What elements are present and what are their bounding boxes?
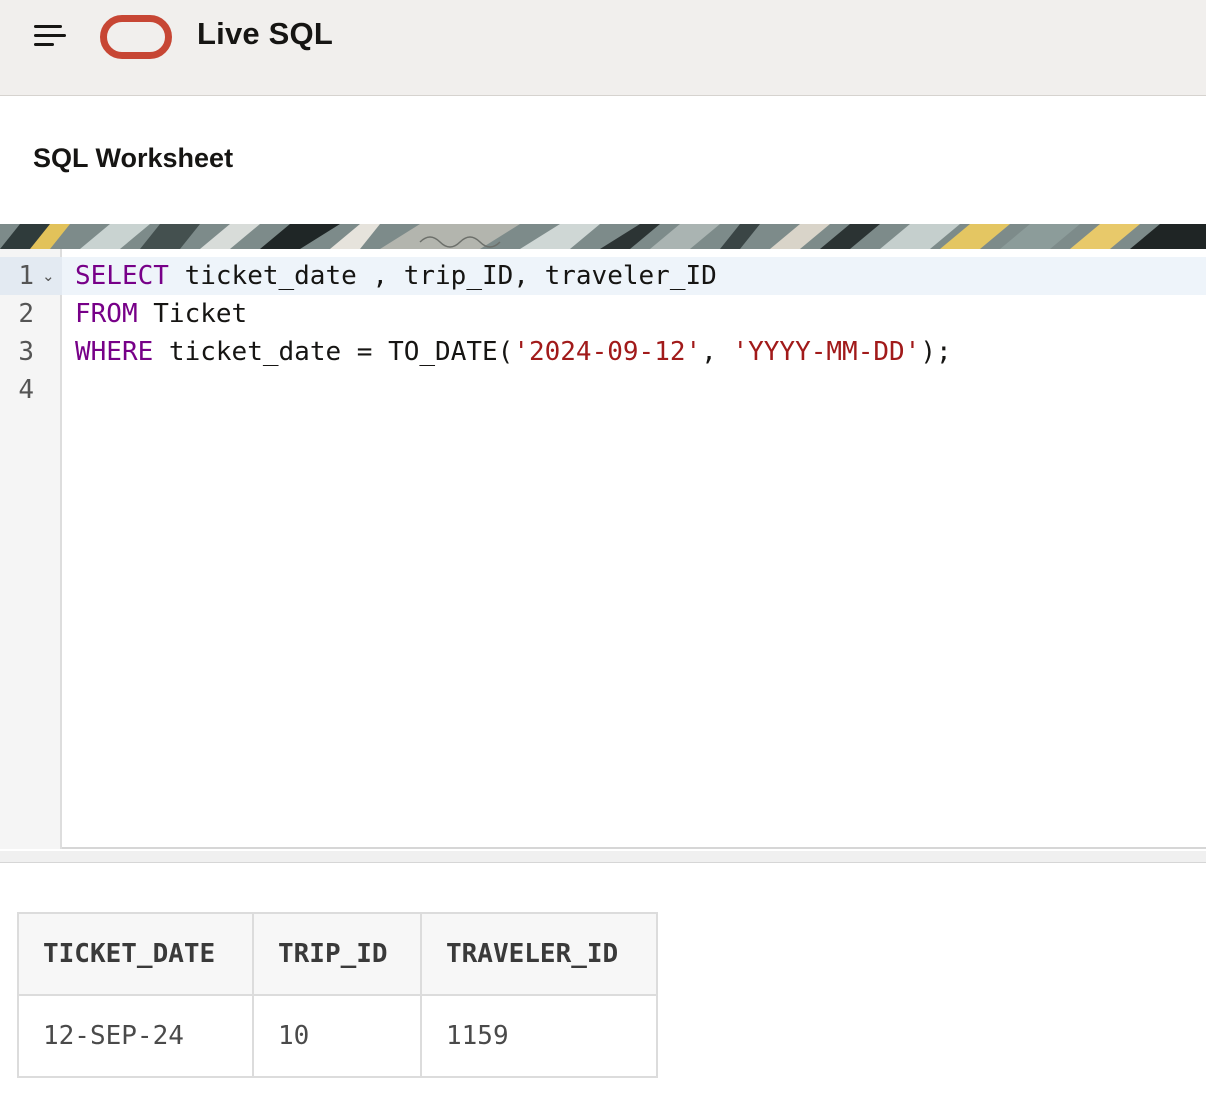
table-cell: 12-SEP-24 (17, 994, 254, 1078)
table-row: 12-SEP-24 10 1159 (17, 994, 658, 1078)
panel-resize-handle[interactable] (0, 851, 1206, 863)
line-number: 3 (18, 337, 34, 367)
sql-keyword: WHERE (75, 337, 154, 367)
code-text: ); (920, 337, 952, 367)
code-line-1[interactable]: SELECT ticket_date , trip_ID, traveler_I… (75, 257, 717, 295)
table-header-row: TICKET_DATE TRIP_ID TRAVELER_ID (17, 912, 658, 996)
oracle-logo-icon[interactable] (100, 15, 172, 59)
results-table: TICKET_DATE TRIP_ID TRAVELER_ID 12-SEP-2… (17, 912, 658, 1078)
sql-keyword: FROM (75, 299, 138, 329)
string-literal: 'YYYY-MM-DD' (732, 337, 921, 367)
fold-chevron-icon[interactable]: ⌄ (42, 267, 55, 285)
code-line-3[interactable]: WHERE ticket_date = TO_DATE('2024-09-12'… (75, 333, 952, 371)
string-literal: '2024-09-12' (513, 337, 702, 367)
table-cell: 10 (252, 994, 422, 1078)
line-number: 4 (18, 375, 34, 405)
code-text: ticket_date , trip_ID, traveler_ID (168, 261, 717, 291)
line-number: 1 (18, 261, 34, 291)
code-text: Ticket (137, 299, 248, 329)
code-text: ticket_date = TO_DATE( (153, 337, 514, 367)
code-text: , (701, 337, 733, 367)
sql-editor[interactable]: 1 ⌄ 2 3 4 SELECT ticket_date , trip_ID, … (0, 249, 1206, 849)
decorative-banner (0, 224, 1206, 249)
page-title: SQL Worksheet (33, 143, 234, 173)
app-title: Live SQL (197, 16, 333, 51)
table-cell: 1159 (420, 994, 658, 1078)
menu-icon[interactable] (30, 20, 70, 52)
code-line-2[interactable]: FROM Ticket (75, 295, 247, 333)
column-header[interactable]: TRAVELER_ID (420, 912, 658, 996)
line-number-gutter: 1 ⌄ 2 3 4 (0, 249, 62, 849)
column-header[interactable]: TRIP_ID (252, 912, 422, 996)
line-number: 2 (18, 299, 34, 329)
column-header[interactable]: TICKET_DATE (17, 912, 254, 996)
sql-keyword: SELECT (75, 261, 169, 291)
top-header: Live SQL (0, 0, 1206, 96)
